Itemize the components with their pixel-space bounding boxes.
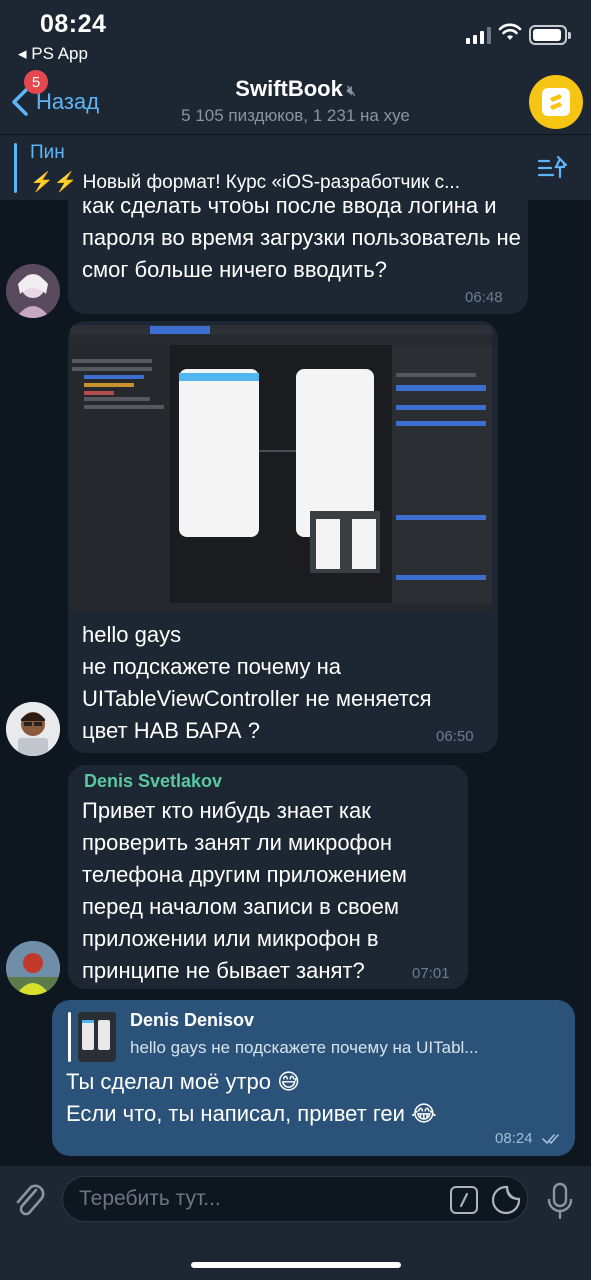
home-indicator[interactable] (191, 1262, 401, 1268)
pin-title: Пин (30, 142, 65, 163)
swift-logo-icon (542, 88, 570, 116)
message-input-bar (0, 1166, 591, 1280)
message-bubble[interactable]: как сделать чтобы после ввода логина и п… (68, 200, 528, 314)
outgoing-message-bubble[interactable]: Denis Denisov hello gays не подскажете п… (52, 1000, 575, 1156)
message-time: 06:50 (436, 728, 474, 745)
message-time: 07:01 (412, 965, 450, 982)
channel-avatar[interactable] (529, 75, 583, 129)
person-avatar-icon (6, 941, 60, 995)
back-to-app-link[interactable]: ◂ PS App (18, 44, 88, 64)
message-text: hello gays не подскажете почему на UITab… (82, 622, 432, 743)
read-checkmarks-icon (542, 1134, 559, 1145)
xcode-screenshot-image (70, 325, 492, 612)
quote-text: hello gays не подскажете почему на UITab… (130, 1038, 479, 1057)
microphone-icon[interactable] (546, 1182, 574, 1220)
status-bar: 08:24 ◂ PS App (0, 0, 591, 70)
avatar[interactable] (6, 702, 60, 756)
chat-title: SwiftBook (235, 76, 343, 101)
bot-commands-icon[interactable] (450, 1186, 478, 1214)
chat-title-block[interactable]: SwiftBook 🔇︎ (0, 76, 591, 102)
chat-area[interactable]: как сделать чтобы после ввода логина и п… (0, 200, 591, 1166)
sticker-icon[interactable] (491, 1185, 521, 1215)
screenshot-image[interactable] (70, 325, 492, 612)
pin-accent-line (14, 143, 17, 193)
message-text: Ты сделал моё утро 😅 Если что, ты написа… (66, 1069, 437, 1126)
quote-thumbnail (78, 1012, 116, 1062)
quote-accent-line (68, 1012, 71, 1062)
message-time: 08:24 (495, 1130, 533, 1147)
sender-name[interactable]: Denis Svetlakov (84, 771, 222, 792)
pinned-message-bar[interactable]: Пин ⚡️⚡️ Новый формат! Курс «iOS-разрабо… (0, 134, 591, 200)
message-bubble[interactable]: Denis Svetlakov Привет кто нибудь знает … (68, 765, 468, 989)
paperclip-icon[interactable] (12, 1180, 48, 1220)
memoji-avatar-icon (6, 702, 60, 756)
message-text: Привет кто нибудь знает как проверить за… (82, 798, 407, 983)
cellular-signal-icon (466, 26, 491, 44)
message-time: 06:48 (465, 289, 503, 306)
battery-icon (529, 25, 571, 45)
pinned-list-icon[interactable] (536, 153, 570, 183)
muted-icon: 🔇︎ (346, 81, 356, 98)
anime-avatar-icon (6, 264, 60, 318)
avatar[interactable] (6, 941, 60, 995)
quote-thumbnail-image (78, 1012, 116, 1062)
message-text: как сделать чтобы после ввода логина и п… (82, 200, 521, 282)
message-bubble[interactable]: hello gays не подскажете почему на UITab… (68, 321, 498, 866)
pin-text: ⚡️⚡️ Новый формат! Курс «iOS-разработчик… (30, 172, 460, 193)
avatar[interactable] (6, 264, 60, 318)
message-input[interactable] (79, 1177, 449, 1221)
quote-author: Denis Denisov (130, 1010, 255, 1030)
slash-icon (459, 1192, 469, 1208)
chat-header: Назад 5 SwiftBook 🔇︎ 5 105 пиздюков, 1 23… (0, 70, 591, 134)
wifi-icon (498, 23, 522, 40)
chat-subtitle: 5 105 пиздюков, 1 231 на хуе (181, 106, 410, 125)
status-time: 08:24 (40, 10, 107, 38)
message-field (62, 1176, 528, 1222)
